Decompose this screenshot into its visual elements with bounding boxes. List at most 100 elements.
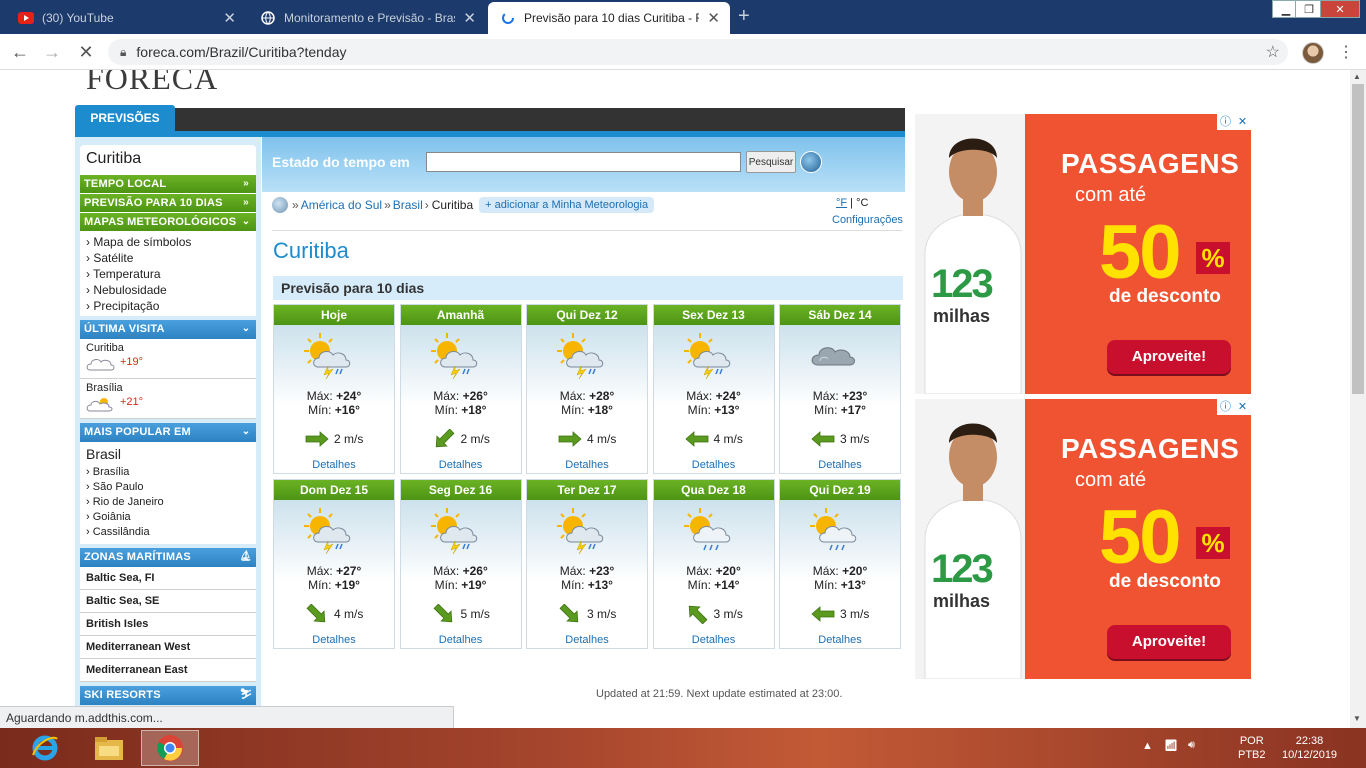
forecast-day-card: Sex Dez 13 Máx: +24° Mín: +13° 4 m/s Detalhe… <box>652 304 775 474</box>
map-link[interactable]: › Mapa de símbolos <box>86 234 250 250</box>
breadcrumb-current: Curitiba <box>431 198 474 212</box>
forecast-day-label: Qua Dez 18 <box>653 480 774 500</box>
ad-cta-button[interactable]: Aproveite! <box>1107 340 1231 374</box>
info-icon: ⓘ <box>1220 116 1231 128</box>
restore-button[interactable]: ❐ <box>1295 0 1323 18</box>
close-tab-icon[interactable]: ✕ <box>707 9 720 27</box>
settings-link[interactable]: Configurações <box>832 214 903 226</box>
last-visit-item[interactable]: Curitiba +19° <box>80 339 256 379</box>
ad-choices[interactable]: ⓘ ✕ <box>1217 114 1251 130</box>
tray-expand-icon[interactable]: ▲ <box>1142 740 1153 752</box>
details-link[interactable]: Detalhes <box>274 459 394 471</box>
breadcrumb-link[interactable]: América do Sul <box>301 198 382 212</box>
scrollbar-thumb[interactable] <box>1352 84 1364 394</box>
forecast-day-label: Hoje <box>274 305 394 325</box>
min-temp: Mín: +17° <box>814 403 866 417</box>
advertisement[interactable]: 123 milhas PASSAGENS com até 50 % de des… <box>915 399 1251 679</box>
popular-link[interactable]: › São Paulo <box>86 480 250 495</box>
details-link[interactable]: Detalhes <box>654 459 774 471</box>
clock[interactable]: 22:38 10/12/2019 <box>1282 734 1337 762</box>
forward-icon[interactable]: → <box>40 40 64 64</box>
sun-cloud-rain-icon <box>810 508 857 551</box>
tab-youtube[interactable]: (30) YouTube ✕ <box>6 2 246 34</box>
tab-foreca[interactable]: Previsão para 10 dias Curitiba - Fo ✕ <box>488 2 730 34</box>
navigation-bar: ← → ✕ 🔒︎ foreca.com/Brazil/Curitiba?tend… <box>0 34 1366 70</box>
vertical-scrollbar[interactable]: ▲ ▼ <box>1350 70 1366 728</box>
bookmark-star-icon[interactable]: ☆ <box>1266 42 1280 62</box>
url-text: foreca.com/Brazil/Curitiba?tenday <box>136 44 347 60</box>
max-temp: Máx: +24° <box>686 389 741 403</box>
scroll-up-icon[interactable]: ▲ <box>1353 72 1361 81</box>
marine-link[interactable]: British Isles <box>80 613 256 636</box>
advertisement[interactable]: 123 milhas PASSAGENS com até 50 % de des… <box>915 114 1251 394</box>
marine-header[interactable]: ZONAS MARÍTIMAS ⛵︎ <box>80 548 256 567</box>
map-link[interactable]: › Nebulosidade <box>86 282 250 298</box>
profile-avatar[interactable] <box>1302 42 1324 64</box>
search-input[interactable] <box>426 152 741 172</box>
marine-link[interactable]: Mediterranean West <box>80 636 256 659</box>
popular-header[interactable]: MAIS POPULAR EM ⌄ <box>80 423 256 442</box>
ad-cta-button[interactable]: Aproveite! <box>1107 625 1231 659</box>
marine-link[interactable]: Mediterranean East <box>80 659 256 682</box>
ad-person-image <box>924 423 1022 679</box>
ski-header[interactable]: SKI RESORTS ⛷ <box>80 686 256 705</box>
sun-cloud-rain-icon <box>683 508 730 551</box>
last-visit-header[interactable]: ÚLTIMA VISITA ⌄ <box>80 320 256 339</box>
breadcrumb-link[interactable]: Brasil <box>393 198 423 212</box>
network-icon[interactable]: 📶︎ <box>1164 739 1178 752</box>
popular-link[interactable]: › Cassilândia <box>86 525 250 540</box>
details-link[interactable]: Detalhes <box>274 634 394 646</box>
scroll-down-icon[interactable]: ▼ <box>1353 714 1361 723</box>
new-tab-icon[interactable]: + <box>738 5 750 28</box>
unit-fahrenheit[interactable]: °F <box>836 197 847 209</box>
ad-choices[interactable]: ⓘ ✕ <box>1217 399 1251 415</box>
sidebar-item-previsao-10-dias[interactable]: PREVISÃO PARA 10 DIAS» <box>80 194 256 213</box>
marine-link[interactable]: Baltic Sea, SE <box>80 590 256 613</box>
back-icon[interactable]: ← <box>8 40 32 64</box>
tab-previsoes[interactable]: PREVISÕES <box>75 105 175 131</box>
sidebar-item-mapas[interactable]: MAPAS METEOROLÓGICOS ⌄ <box>80 213 256 232</box>
map-link[interactable]: › Satélite <box>86 250 250 266</box>
wind-speed: 2 m/s <box>334 432 364 446</box>
map-link[interactable]: › Temperatura <box>86 266 250 282</box>
internet-explorer-icon[interactable] <box>16 730 74 766</box>
file-explorer-icon[interactable] <box>80 730 138 766</box>
sidebar-item-tempo-local[interactable]: TEMPO LOCAL» <box>80 175 256 194</box>
sun-cloud-storm-icon <box>430 333 477 379</box>
close-tab-icon[interactable]: ✕ <box>223 9 236 27</box>
details-link[interactable]: Detalhes <box>780 459 900 471</box>
sun-cloud-storm-icon <box>557 508 604 554</box>
stop-loading-icon[interactable]: ✕ <box>74 40 98 64</box>
ad-percent: % <box>1196 527 1230 559</box>
wind-direction-icon <box>811 431 835 447</box>
popular-link[interactable]: › Rio de Janeiro <box>86 495 250 510</box>
details-link[interactable]: Detalhes <box>780 634 900 646</box>
details-link[interactable]: Detalhes <box>401 459 521 471</box>
popular-link[interactable]: › Goiânia <box>86 510 250 525</box>
globe-icon[interactable] <box>800 151 822 173</box>
language-indicator[interactable]: POR PTB2 <box>1238 734 1266 762</box>
close-window-button[interactable]: ✕ <box>1320 0 1360 18</box>
marine-link[interactable]: Baltic Sea, FI <box>80 567 256 590</box>
details-link[interactable]: Detalhes <box>654 634 774 646</box>
popular-link[interactable]: › Brasília <box>86 465 250 480</box>
tab-monitoramento[interactable]: Monitoramento e Previsão - Bras ✕ <box>248 2 486 34</box>
menu-icon[interactable]: ⋮ <box>1338 42 1354 62</box>
volume-icon[interactable]: 🔊︎ <box>1188 739 1195 752</box>
address-bar[interactable]: 🔒︎ foreca.com/Brazil/Curitiba?tenday ☆ <box>108 39 1288 65</box>
ad-discount: 50 <box>1099 210 1182 295</box>
details-link[interactable]: Detalhes <box>527 459 647 471</box>
unit-celsius[interactable]: °C <box>856 197 868 209</box>
close-tab-icon[interactable]: ✕ <box>463 9 476 27</box>
map-link[interactable]: › Precipitação <box>86 298 250 314</box>
ad-brand-name: milhas <box>933 306 991 326</box>
foreca-logo[interactable]: FORECA <box>86 70 218 97</box>
details-link[interactable]: Detalhes <box>401 634 521 646</box>
details-link[interactable]: Detalhes <box>527 634 647 646</box>
add-to-my-weather-button[interactable]: + adicionar a Minha Meteorologia <box>479 197 655 213</box>
search-button[interactable]: Pesquisar <box>746 151 796 173</box>
chrome-taskbar-icon[interactable] <box>141 730 199 766</box>
last-visit-item[interactable]: Brasília +21° <box>80 379 256 419</box>
sun-cloud-icon <box>86 398 113 412</box>
sun-cloud-storm-icon <box>304 508 351 554</box>
